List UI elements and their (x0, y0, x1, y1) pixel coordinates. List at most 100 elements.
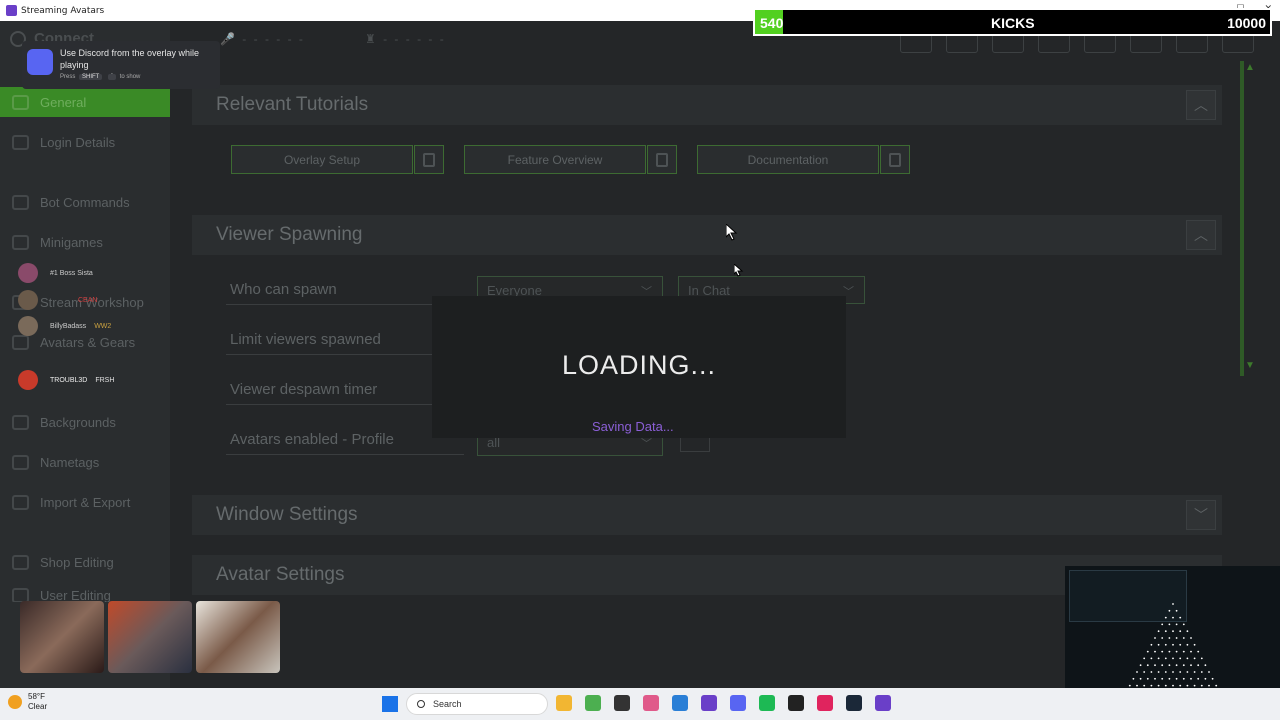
taskbar-search[interactable]: Search (406, 693, 548, 715)
collapse-button[interactable]: ︿ (1186, 220, 1216, 250)
section-title: Viewer Spawning (216, 224, 363, 245)
scroll-down-icon[interactable]: ▼ (1245, 360, 1255, 371)
plinko-peg (1172, 630, 1174, 633)
plinko-peg (1172, 603, 1174, 605)
robot-icon: ♜ (365, 32, 384, 46)
plinko-peg (1208, 684, 1210, 687)
section-relevant-tutorials[interactable]: Relevant Tutorials ︿ (192, 85, 1222, 125)
plinko-peg (1190, 637, 1192, 639)
plinko-peg (1150, 671, 1153, 673)
plinko-peg (1132, 677, 1135, 680)
avatar (18, 290, 38, 310)
plinko-peg (1200, 657, 1203, 660)
xbox-icon[interactable] (788, 695, 804, 711)
documentation-button[interactable]: Documentation (697, 145, 879, 174)
divider (226, 304, 464, 305)
section-title: Window Settings (216, 504, 358, 525)
mic-status: 🎤 - - - - - - (220, 32, 305, 46)
sidebar-item-label: Import & Export (40, 494, 131, 510)
sidebar-item-general[interactable]: General (0, 87, 170, 117)
discord-icon[interactable] (730, 695, 746, 711)
avatar (18, 316, 38, 336)
text-icon (12, 454, 29, 470)
sidebar-item-user-editing[interactable]: User Editing (0, 588, 170, 602)
plinko-peg (1179, 671, 1182, 673)
grid-app-icon[interactable] (701, 695, 717, 711)
copy-link-button[interactable] (880, 145, 910, 174)
plinko-peg (1168, 623, 1171, 626)
tiktok-icon[interactable] (817, 695, 833, 711)
toast-hint: Press SHIFT ` to show (60, 74, 141, 80)
plinko-peg (1179, 643, 1182, 646)
plinko-peg (1146, 650, 1149, 653)
section-viewer-spawning[interactable]: Viewer Spawning ︿ (192, 215, 1222, 255)
plinko-peg (1157, 684, 1160, 687)
overlay-setup-button[interactable]: Overlay Setup (231, 145, 413, 174)
plinko-peg (1200, 671, 1203, 673)
copy-link-button[interactable] (414, 145, 444, 174)
plinko-peg (1204, 664, 1207, 667)
obs-icon[interactable] (614, 695, 630, 711)
chrome-icon[interactable] (585, 695, 601, 711)
plinko-peg (1186, 630, 1189, 633)
file-explorer-icon[interactable] (556, 695, 572, 711)
scroll-up-icon[interactable]: ▲ (1245, 62, 1255, 73)
voice-user-name: TROUBL3D (50, 376, 88, 384)
weather-widget[interactable]: 58°F Clear (8, 692, 47, 712)
voice-user-tag: FRSH (95, 376, 115, 384)
webcam-feed (108, 601, 192, 673)
plinko-peg (1182, 623, 1185, 626)
plinko-peg (1182, 637, 1185, 639)
sidebar-item-login-details[interactable]: Login Details (0, 127, 170, 157)
plinko-peg (1175, 609, 1178, 612)
sidebar-item-nametags[interactable]: Nametags (0, 447, 170, 477)
avatar-icon (12, 334, 29, 350)
plinko-peg (1168, 677, 1171, 680)
sidebar-item-label: Login Details (40, 134, 116, 150)
plinko-peg (1150, 684, 1153, 687)
scrollbar[interactable] (1240, 61, 1260, 376)
location-icon[interactable] (643, 695, 659, 711)
sidebar-item-backgrounds[interactable]: Backgrounds (0, 407, 170, 437)
plinko-peg (1143, 657, 1146, 660)
clipboard-icon (889, 152, 901, 167)
plinko-peg (1211, 677, 1214, 680)
expand-button[interactable]: ﹀ (1186, 500, 1216, 530)
plinko-peg (1172, 671, 1174, 673)
sidebar-item-minigames[interactable]: Minigames (0, 227, 170, 257)
loading-dialog: LOADING... Saving Data... (432, 296, 846, 438)
toast-message: Use Discord from the overlay while playi… (60, 48, 200, 70)
plinko-peg (1128, 684, 1131, 687)
divider (226, 404, 464, 405)
spotify-icon[interactable] (759, 695, 775, 711)
steam-icon[interactable] (846, 695, 862, 711)
plinko-peg (1175, 664, 1178, 667)
copy-link-button[interactable] (647, 145, 677, 174)
windows-start-icon[interactable] (382, 696, 398, 712)
shift-key: SHIFT (79, 74, 103, 80)
plinko-peg (1154, 677, 1156, 680)
avatar (18, 370, 38, 390)
sidebar-item-bot-commands[interactable]: Bot Commands (0, 187, 170, 217)
app-icon[interactable] (672, 695, 688, 711)
collapse-button[interactable]: ︿ (1186, 90, 1216, 120)
sidebar-item-label: General (40, 94, 87, 110)
plinko-peg (1179, 630, 1182, 633)
section-window-settings[interactable]: Window Settings ﹀ (192, 495, 1222, 535)
feature-overview-button[interactable]: Feature Overview (464, 145, 646, 174)
plinko-peg (1200, 684, 1203, 687)
plinko-peg (1204, 677, 1207, 680)
plinko-peg (1175, 637, 1178, 639)
streaming-avatars-icon[interactable] (875, 695, 891, 711)
plinko-peg (1168, 609, 1171, 612)
plinko-peg (1186, 643, 1189, 646)
sidebar-item-shop-editing[interactable]: Shop Editing (0, 547, 170, 577)
plinko-peg (1193, 671, 1196, 673)
terminal-icon (12, 194, 29, 210)
backtick-key: ` (108, 74, 117, 80)
loading-subtitle: Saving Data... (592, 419, 674, 434)
plinko-peg (1143, 671, 1146, 673)
discord-overlay-toast[interactable]: Use Discord from the overlay while playi… (22, 41, 220, 89)
plinko-peg (1193, 657, 1196, 660)
sidebar-item-import-export[interactable]: Import & Export (0, 487, 170, 517)
